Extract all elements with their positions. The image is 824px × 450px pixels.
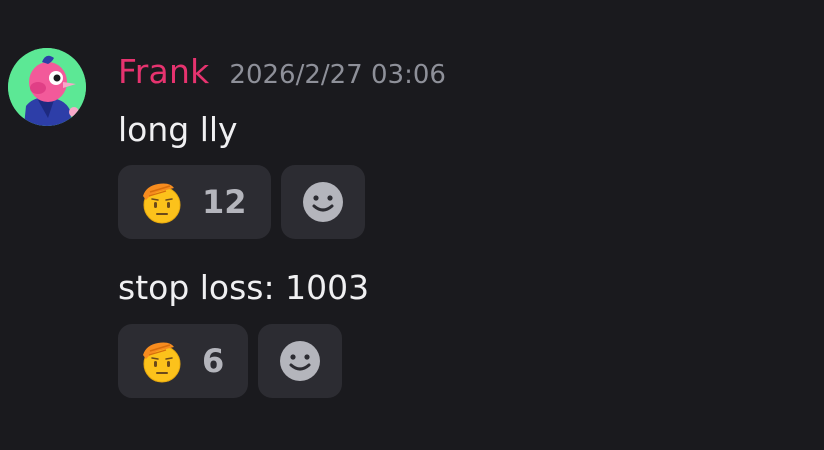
message-header: Frank 2026/2/27 03:06	[118, 52, 446, 91]
reaction-count: 12	[202, 183, 247, 221]
saluting-face-icon	[140, 180, 184, 224]
reaction-count: 6	[202, 342, 225, 380]
chat-message-group: Frank 2026/2/27 03:06 long lly 12 stop l…	[0, 0, 824, 450]
message-timestamp: 2026/2/27 03:06	[229, 60, 446, 90]
add-reaction-smile-icon	[278, 339, 322, 383]
message-text: long lly	[118, 110, 238, 149]
message-text: stop loss: 1003	[118, 268, 370, 307]
saluting-face-icon	[140, 339, 184, 383]
add-reaction-button[interactable]	[280, 165, 365, 239]
author-username[interactable]: Frank	[118, 52, 209, 91]
reaction-bar: 12	[118, 165, 365, 239]
reaction-saluting-face[interactable]: 6	[118, 324, 249, 398]
avatar[interactable]	[8, 48, 86, 126]
reaction-bar: 6	[118, 324, 343, 398]
add-reaction-button[interactable]	[258, 324, 343, 398]
pink-bird-avatar-icon	[8, 48, 86, 126]
reaction-saluting-face[interactable]: 12	[118, 165, 271, 239]
add-reaction-smile-icon	[301, 180, 345, 224]
